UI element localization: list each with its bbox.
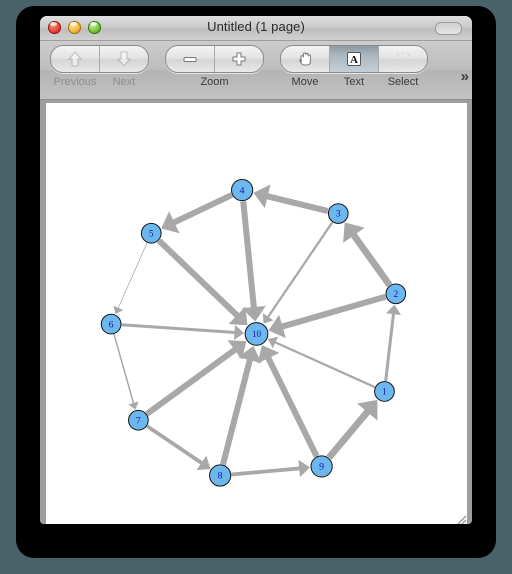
graph-node-9[interactable]: 9 (310, 455, 333, 478)
graph-node-label: 6 (109, 319, 114, 330)
graph-edge-arrowhead (298, 459, 310, 478)
title-bar[interactable]: Untitled (1 page) (40, 16, 472, 41)
window-title: Untitled (1 page) (207, 19, 305, 34)
document-canvas[interactable]: 1 2 3 4 5 6 7 8 9 10 (46, 103, 467, 524)
tool-button-pill: A (280, 45, 428, 73)
graph-edge-arrowhead (385, 304, 401, 316)
document-window: Untitled (1 page) Previous Next Zoom A M… (40, 16, 472, 524)
select-tool-button[interactable] (379, 46, 427, 72)
graph-edge (266, 193, 329, 214)
next-button[interactable] (100, 46, 148, 72)
select-tool-label: Select (387, 76, 419, 88)
move-tool-button[interactable] (281, 46, 330, 72)
graph-node-10[interactable]: 10 (244, 322, 269, 346)
graph-node-label: 2 (393, 289, 398, 300)
graph-node-label: 8 (218, 471, 223, 482)
graph-node-8[interactable]: 8 (209, 464, 232, 487)
graph-edge (350, 232, 393, 288)
graph-node-label: 5 (149, 228, 154, 239)
toolbar-group-tools: A Move Text Select (280, 45, 428, 88)
graph-node-2[interactable]: 2 (385, 283, 407, 305)
toolbar: Previous Next Zoom A Move Text Select » (40, 41, 472, 100)
graph-edge-arrowhead (262, 313, 274, 324)
graph-edge (117, 242, 148, 309)
node-layer: 1 2 3 4 5 6 7 8 9 10 (100, 178, 407, 487)
toolbar-overflow-button[interactable]: » (461, 68, 470, 85)
graph-edge (265, 356, 320, 458)
graph-node-1[interactable]: 1 (374, 381, 395, 402)
graph-edge (172, 192, 234, 226)
graph-edge (384, 313, 396, 382)
zoom-group-label: Zoom (200, 76, 229, 88)
text-tool-label: Text (343, 76, 365, 88)
tool-labels: Move Text Select (281, 76, 428, 88)
graph-edge (156, 238, 240, 318)
graph-node-7[interactable]: 7 (128, 409, 149, 431)
graph-edge (231, 466, 301, 477)
zoom-in-button[interactable] (215, 46, 263, 72)
previous-button-label: Previous (53, 76, 97, 88)
graph-node-label: 4 (240, 185, 245, 196)
svg-text:A: A (350, 54, 358, 66)
graph-edge (220, 358, 253, 466)
graph-node-label: 3 (336, 209, 341, 220)
graph-node-label: 7 (136, 415, 141, 426)
directed-graph: 1 2 3 4 5 6 7 8 9 10 (100, 178, 407, 487)
text-a-icon: A (347, 52, 361, 66)
hand-icon (299, 52, 311, 66)
move-tool-label: Move (291, 76, 319, 88)
arrow-down-icon (116, 51, 132, 67)
zoom-button-pill (165, 45, 264, 73)
arrow-up-icon (67, 51, 83, 67)
previous-button[interactable] (51, 46, 100, 72)
graph-edge (121, 323, 236, 335)
graph-node-3[interactable]: 3 (327, 203, 349, 224)
graph-edge (113, 334, 135, 404)
zoom-out-button[interactable] (166, 46, 215, 72)
minus-icon (183, 57, 197, 62)
graph-node-4[interactable]: 4 (231, 178, 254, 202)
graph-edge (146, 424, 204, 465)
graph-edge (266, 221, 334, 319)
next-button-label: Next (112, 76, 136, 88)
graph-node-label: 1 (382, 387, 387, 398)
resize-grip[interactable] (451, 511, 467, 524)
plus-icon (232, 52, 246, 66)
graph-edge (326, 409, 371, 460)
graph-node-6[interactable]: 6 (100, 313, 122, 335)
desktop-background: Untitled (1 page) Previous Next Zoom A M… (0, 0, 512, 574)
graph-edge (240, 201, 257, 309)
text-tool-button[interactable]: A (330, 46, 379, 72)
graph-edge (274, 341, 376, 389)
graph-edge-arrowhead (234, 324, 245, 340)
toolbar-group-zoom: Zoom (165, 45, 264, 88)
nav-button-pill (50, 45, 149, 73)
toolbar-group-navigation: Previous Next (50, 45, 149, 88)
toolbar-toggle-button[interactable] (435, 22, 462, 35)
nav-labels: Previous Next (51, 76, 149, 88)
canvas-frame: 1 2 3 4 5 6 7 8 9 10 (40, 100, 472, 524)
graph-edge (145, 346, 238, 417)
marquee-select-icon (396, 52, 410, 66)
zoom-labels: Zoom (166, 76, 264, 88)
graph-node-5[interactable]: 5 (140, 222, 162, 244)
graph-node-label: 10 (252, 329, 262, 339)
graph-edge (280, 293, 387, 330)
graph-node-label: 9 (319, 462, 324, 473)
